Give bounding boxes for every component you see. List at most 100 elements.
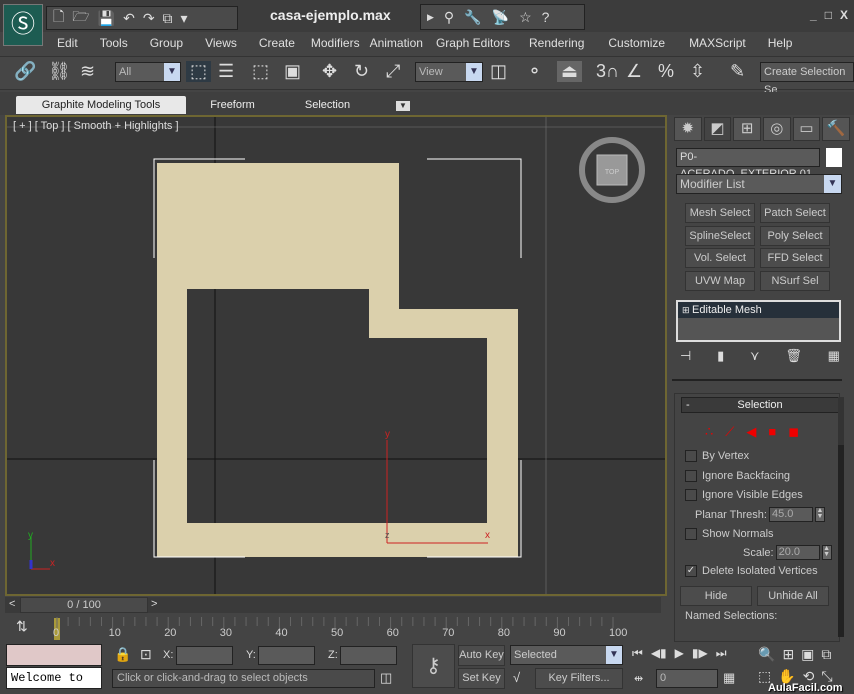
ffd-select-button[interactable]: FFD Select xyxy=(760,248,830,268)
edit-named-selection-icon[interactable]: ✎ xyxy=(730,61,745,82)
selection-filter-dropdown[interactable]: All ▼ xyxy=(115,62,181,82)
utilities-tab-icon[interactable]: 🔨 xyxy=(822,117,851,141)
menu-create[interactable]: Create xyxy=(248,33,306,53)
percent-snap-icon[interactable]: % xyxy=(658,61,674,82)
tab-freeform[interactable]: Freeform xyxy=(195,96,270,114)
window-crossing-icon[interactable]: ▣ xyxy=(284,61,301,82)
select-by-name-icon[interactable]: ☰ xyxy=(218,61,234,82)
viewport-top[interactable]: y z x y x TOP [ + ] [ Top ] [ Smooth + H… xyxy=(5,115,667,596)
isolate-selection-icon[interactable]: ◫ xyxy=(380,670,392,686)
new-icon[interactable]: 🗋 xyxy=(53,6,64,30)
display-tab-icon[interactable]: ▭ xyxy=(792,117,821,141)
menu-customize[interactable]: Customize xyxy=(595,33,678,53)
move-icon[interactable]: ✥ xyxy=(322,61,337,82)
scale-icon[interactable]: ⤢ xyxy=(386,61,400,82)
pivot-center-icon[interactable]: ◫ xyxy=(490,61,507,82)
spinner-arrows-icon[interactable]: ▲ ▼ xyxy=(821,545,832,560)
panel-scrollbar-thumb[interactable] xyxy=(838,445,844,637)
stack-item-editable-mesh[interactable]: ⊞ Editable Mesh xyxy=(678,302,839,318)
modifier-list-dropdown[interactable]: Modifier List ▼ xyxy=(676,174,842,194)
element-icon[interactable]: ◼ xyxy=(788,424,799,440)
bind-space-warp-icon[interactable]: ≋ xyxy=(80,61,95,82)
help-icon[interactable]: ? xyxy=(542,9,550,25)
ignore-backfacing-checkbox[interactable]: Ignore Backfacing xyxy=(685,470,790,482)
unlink-icon[interactable]: ⛓ xyxy=(48,61,71,82)
maxscript-listener-pink[interactable] xyxy=(6,644,102,666)
set-key-button[interactable]: Set Key xyxy=(458,668,505,689)
object-name-input[interactable]: P0-ACERADO_EXTERIOR.01 xyxy=(676,148,820,180)
tab-graphite-modeling-tools[interactable]: Graphite Modeling Tools xyxy=(16,96,186,114)
menu-views[interactable]: Views xyxy=(194,33,248,53)
select-object-icon[interactable]: ⬚ xyxy=(186,61,212,82)
binoculars-icon[interactable]: ⚲ xyxy=(444,9,454,26)
scale-input[interactable]: 20.0 xyxy=(775,545,820,560)
create-tab-icon[interactable]: ✹ xyxy=(674,117,702,141)
zoom-extents-all-icon[interactable]: ⧉ xyxy=(821,646,831,663)
rectangular-selection-icon[interactable]: ⬚ xyxy=(252,61,269,82)
save-icon[interactable]: 💾 xyxy=(98,10,115,27)
zoom-all-icon[interactable]: ⊞ xyxy=(782,646,794,663)
expand-icon[interactable]: ▶ xyxy=(427,12,434,23)
open-icon[interactable]: 🗁 xyxy=(72,6,89,30)
pin-stack-icon[interactable]: ⊣ xyxy=(680,348,691,364)
expand-icon[interactable]: ⊞ xyxy=(682,305,692,315)
menu-edit[interactable]: Edit xyxy=(46,33,89,53)
vol-select-button[interactable]: Vol. Select xyxy=(685,248,755,268)
spinner-arrows-icon[interactable]: ▲ ▼ xyxy=(814,507,825,522)
satellite-icon[interactable]: 📡 xyxy=(492,9,509,26)
remove-modifier-icon[interactable]: 🗑 xyxy=(785,348,802,364)
planar-thresh-input[interactable]: 45.0 xyxy=(768,507,813,522)
next-key-icon[interactable]: ▮▶ xyxy=(692,646,708,661)
time-slider-thumb[interactable]: 0 / 100 xyxy=(20,597,148,613)
unhide-all-button[interactable]: Unhide All xyxy=(757,586,829,606)
key-mode-toggle-icon[interactable]: ⇹ xyxy=(634,672,643,685)
z-coordinate-input[interactable] xyxy=(340,646,397,665)
prev-frame-button[interactable]: < xyxy=(9,598,15,610)
go-to-start-icon[interactable]: ⏮ xyxy=(632,646,643,661)
key-filters-button[interactable]: Key Filters... xyxy=(535,668,623,689)
close-button[interactable]: X xyxy=(840,8,848,22)
viewport-label[interactable]: [ + ] [ Top ] [ Smooth + Highlights ] xyxy=(13,120,179,132)
edge-icon[interactable]: ⟋ xyxy=(725,424,734,440)
show-normals-checkbox[interactable]: Show Normals xyxy=(685,528,774,540)
previous-key-icon[interactable]: ◀▮ xyxy=(651,646,667,661)
configure-modifier-sets-icon[interactable]: ▦ xyxy=(828,348,840,364)
patch-select-button[interactable]: Patch Select xyxy=(760,203,830,223)
hide-button[interactable]: Hide xyxy=(680,586,752,606)
object-color-swatch[interactable] xyxy=(826,148,842,167)
uvw-map-button[interactable]: UVW Map xyxy=(685,271,755,291)
minimize-button[interactable]: _ xyxy=(810,8,817,22)
show-end-result-icon[interactable]: ▮ xyxy=(717,348,724,364)
face-icon[interactable]: ◀ xyxy=(746,424,756,440)
ignore-visible-edges-checkbox[interactable]: Ignore Visible Edges xyxy=(685,489,803,501)
mesh-select-button[interactable]: Mesh Select xyxy=(685,203,755,223)
manipulate-icon[interactable]: ⚬ xyxy=(527,61,542,82)
auto-key-button[interactable]: Auto Key xyxy=(458,645,505,666)
zoom-extents-icon[interactable]: ▣ xyxy=(801,646,814,663)
project-icon[interactable]: ⧉ xyxy=(163,10,173,27)
motion-tab-icon[interactable]: ◎ xyxy=(763,117,791,141)
rotate-icon[interactable]: ↻ xyxy=(354,61,369,82)
dropdown-icon[interactable]: ▾ xyxy=(181,10,188,27)
default-tangent-icon[interactable]: √ xyxy=(513,670,520,685)
x-coordinate-input[interactable] xyxy=(176,646,233,665)
current-frame-input[interactable]: 0 xyxy=(656,669,718,688)
delete-isolated-vertices-checkbox[interactable]: ✓ Delete Isolated Vertices xyxy=(685,565,818,577)
menu-group[interactable]: Group xyxy=(139,33,194,53)
go-to-end-icon[interactable]: ⏭ xyxy=(716,646,727,661)
named-selection-sets-input[interactable]: Create Selection Se xyxy=(760,62,854,96)
next-frame-button[interactable]: > xyxy=(151,598,157,610)
key-icon[interactable]: 🔧 xyxy=(464,9,481,26)
planar-thresh-spinner[interactable]: Planar Thresh: 45.0 ▲ ▼ xyxy=(695,507,825,522)
absolute-mode-icon[interactable]: ⊡ xyxy=(140,646,152,663)
menu-rendering[interactable]: Rendering xyxy=(518,33,595,53)
menu-graph-editors[interactable]: Graph Editors xyxy=(428,33,518,53)
keyboard-shortcut-override-icon[interactable]: ⏏ xyxy=(557,61,583,82)
menu-tools[interactable]: Tools xyxy=(89,33,139,53)
nsurf-sel-button[interactable]: NSurf Sel xyxy=(760,271,830,291)
poly-select-button[interactable]: Poly Select xyxy=(760,226,830,246)
rollout-header[interactable]: - Selection xyxy=(681,397,839,413)
snaps-toggle-icon[interactable]: 3∩ xyxy=(596,61,619,82)
time-slider[interactable]: < 0 / 100 > xyxy=(5,597,661,613)
key-mode-dropdown[interactable]: Selected ▼ xyxy=(510,645,623,665)
